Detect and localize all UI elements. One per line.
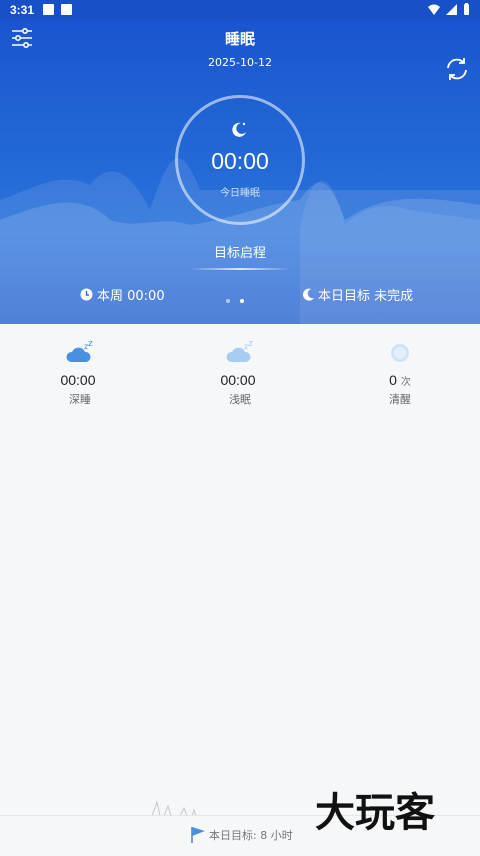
page-indicator	[226, 299, 244, 303]
wifi-icon	[428, 4, 440, 15]
awake-circle-icon	[391, 344, 409, 362]
sleep-hero-panel: 睡眠 2025-10-12 00:00 今日睡眠 目标启程 本周 00:00 本…	[0, 20, 480, 324]
stat-awake: 0次 清醒	[320, 324, 480, 407]
today-goal-status: 本日目标 未完成	[303, 285, 413, 304]
today-sleep-time: 00:00	[211, 148, 269, 174]
refresh-icon[interactable]	[444, 56, 470, 82]
status-time: 3:31	[10, 3, 35, 17]
today-sleep-label: 今日睡眠	[220, 188, 260, 199]
awake-count-unit: 次	[400, 377, 411, 388]
svg-text:z: z	[248, 340, 253, 349]
status-bar: 3:31	[0, 0, 480, 20]
page-dot	[226, 299, 230, 303]
clock-icon	[80, 288, 93, 301]
awake-label: 清醒	[389, 393, 411, 406]
deep-sleep-label: 深睡	[69, 393, 91, 406]
date-label[interactable]: 2025-10-12	[0, 56, 480, 69]
today-goal-label: 本日目标 未完成	[318, 289, 414, 304]
svg-text:z: z	[88, 340, 93, 349]
goal-start-underline	[190, 268, 290, 270]
stat-light-sleep: z z 00:00 浅眠	[160, 324, 320, 407]
battery-icon	[464, 3, 469, 15]
bottom-goal[interactable]: 本日目标: 8 小时	[190, 826, 293, 843]
light-sleep-value: 00:00	[220, 372, 256, 388]
notification-icon	[43, 4, 54, 15]
week-summary: 本周 00:00	[80, 285, 165, 304]
light-sleep-cloud-icon: z z	[226, 339, 253, 362]
sleep-stats: z z 00:00 深睡 z z 00:00 浅眠 0次 清醒	[0, 324, 480, 424]
week-summary-label: 本周 00:00	[97, 289, 165, 304]
goal-start-button[interactable]: 目标启程	[190, 242, 290, 261]
signal-icon	[446, 3, 457, 15]
awake-count-value: 0	[389, 372, 397, 388]
moon-star-icon	[232, 122, 246, 137]
moon-icon	[303, 288, 314, 301]
flag-icon	[191, 827, 205, 843]
bottom-goal-text: 本日目标: 8 小时	[209, 828, 293, 842]
watermark-logo: 大玩客	[315, 790, 435, 836]
page-title: 睡眠	[224, 30, 255, 48]
app-notification-icon	[61, 4, 72, 15]
svg-text:大玩客: 大玩客	[315, 790, 435, 836]
stat-deep-sleep: z z 00:00 深睡	[0, 324, 160, 407]
deep-sleep-value: 00:00	[60, 372, 96, 388]
faint-chart-peaks	[151, 800, 197, 816]
light-sleep-label: 浅眠	[229, 393, 251, 406]
page-dot-active	[240, 299, 244, 303]
deep-sleep-cloud-icon: z z	[66, 339, 93, 362]
